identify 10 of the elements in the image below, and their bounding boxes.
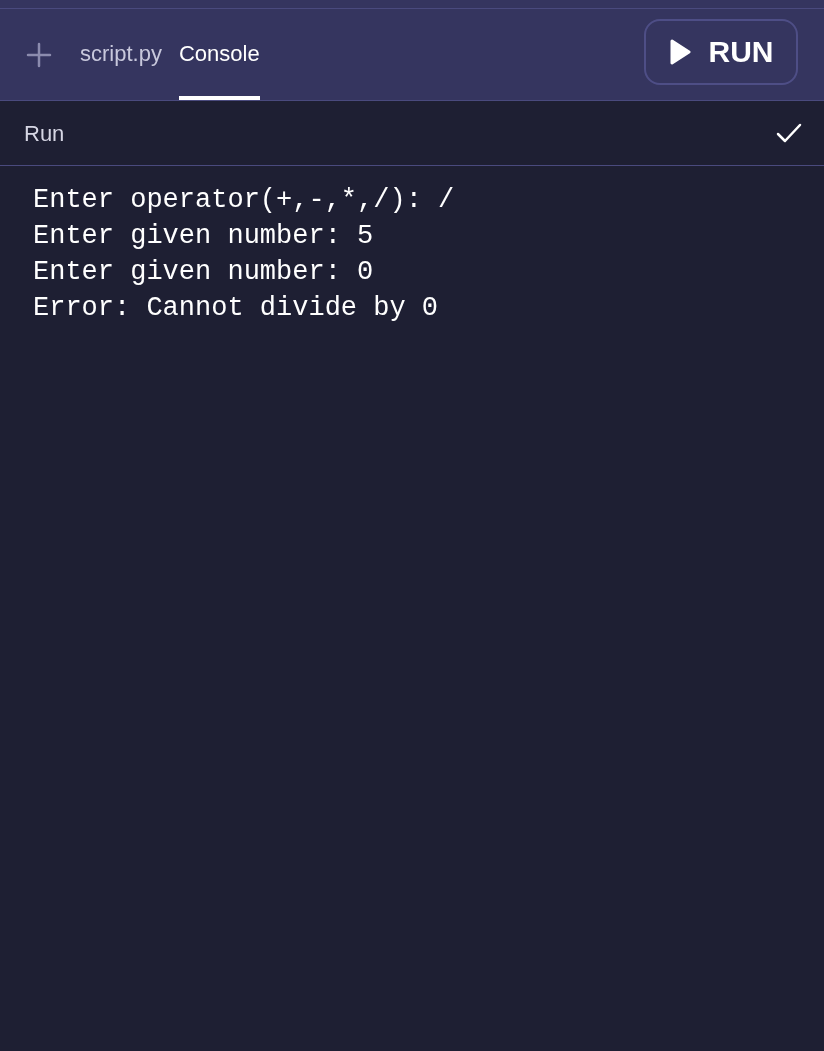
console-line: Enter given number: 5 — [33, 220, 375, 253]
add-icon[interactable] — [26, 41, 52, 68]
status-label: Run — [24, 119, 65, 148]
play-icon — [668, 38, 691, 65]
console-line: Enter given number: 0 — [33, 256, 375, 289]
tab[interactable]: Console — [178, 9, 260, 100]
console-line: Error: Cannot divide by 0 — [33, 292, 440, 325]
run-button[interactable]: RUN — [644, 18, 798, 85]
console-line: Enter operator(+,-,*,/): / — [33, 184, 456, 217]
tab[interactable]: script.py — [80, 9, 162, 100]
